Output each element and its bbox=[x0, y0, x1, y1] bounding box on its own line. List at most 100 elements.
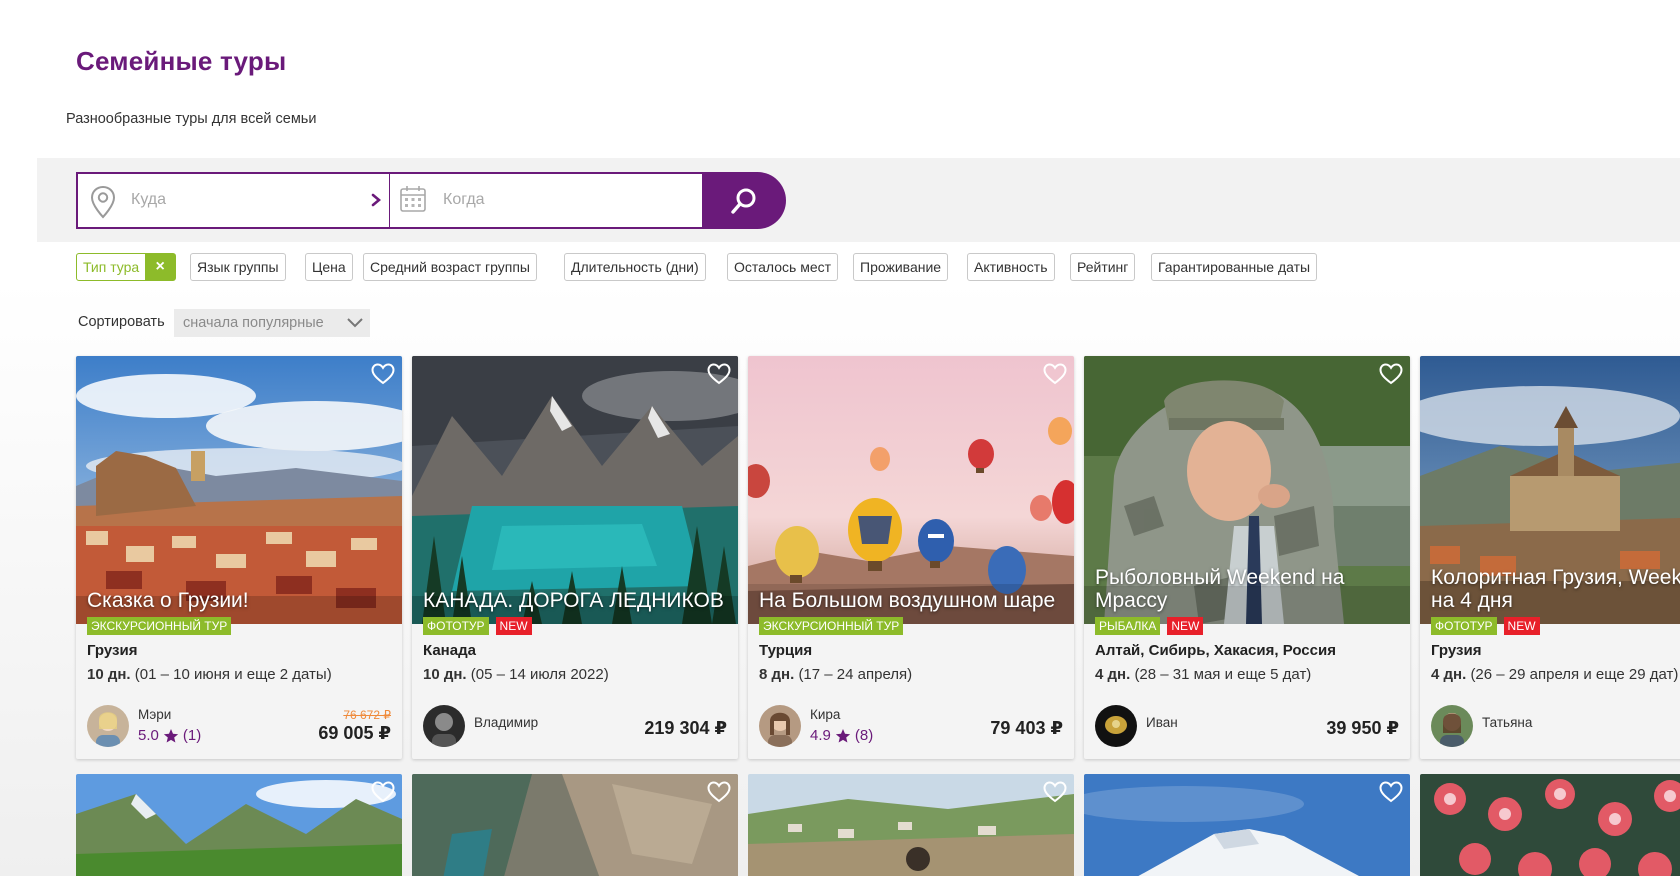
tour-image[interactable]: Рыболовный Weekend на Мрассу bbox=[1084, 356, 1410, 624]
search-button[interactable] bbox=[702, 172, 786, 229]
filter-group-language[interactable]: Язык группы bbox=[190, 253, 286, 281]
page-subtitle: Разнообразные туры для всей семьи bbox=[66, 111, 317, 127]
old-price: 76 672 ₽ bbox=[343, 708, 391, 722]
tour-badges: Фототур New bbox=[423, 617, 539, 635]
tour-dates: 4 дн. (28 – 31 мая и еще 5 дат) bbox=[1095, 666, 1312, 683]
tour-card[interactable]: Рыболовный Weekend на Мрассу Рыбалка New… bbox=[1084, 356, 1410, 759]
filter-accommodation[interactable]: Проживание bbox=[853, 253, 949, 281]
filter-group-age[interactable]: Средний возраст группы bbox=[363, 253, 537, 281]
search-form: Куда Когда bbox=[76, 172, 786, 229]
badge-tour-type: Экскурсионный тур bbox=[759, 617, 904, 635]
tour-badges: Рыбалка New bbox=[1095, 617, 1210, 635]
guide-name[interactable]: Владимир bbox=[474, 715, 538, 730]
badge-tour-type: Рыбалка bbox=[1095, 617, 1161, 635]
tour-country: Турция bbox=[759, 642, 813, 659]
tour-card-image-partial[interactable] bbox=[748, 774, 1074, 876]
tour-title[interactable]: Рыболовный Weekend на Мрассу bbox=[1095, 566, 1404, 612]
tour-country: Алтай, Сибирь, Хакасия, Россия bbox=[1095, 642, 1336, 659]
destination-placeholder: Куда bbox=[131, 191, 167, 208]
tour-card[interactable]: КАНАДА. ДОРОГА ЛЕДНИКОВ Фототур New Кана… bbox=[412, 356, 738, 759]
tour-card[interactable]: На Большом воздушном шаре Экскурсионный … bbox=[748, 356, 1074, 759]
tour-dates: 4 дн. (26 – 29 апреля и еще 29 дат) bbox=[1431, 666, 1679, 683]
heart-icon[interactable] bbox=[371, 363, 395, 385]
badge-tour-type: Экскурсионный тур bbox=[87, 617, 232, 635]
tour-image[interactable]: Сказка о Грузии! bbox=[76, 356, 402, 624]
tour-image[interactable]: На Большом воздушном шаре bbox=[748, 356, 1074, 624]
location-pin-icon bbox=[90, 185, 116, 219]
badge-tour-type: Фототур bbox=[1431, 617, 1497, 635]
tour-country: Канада bbox=[423, 642, 476, 659]
filter-activity[interactable]: Активность bbox=[967, 253, 1055, 281]
tour-title[interactable]: На Большом воздушном шаре bbox=[759, 589, 1068, 612]
heart-icon[interactable] bbox=[707, 363, 731, 385]
chevron-right-icon[interactable] bbox=[371, 193, 381, 207]
heart-icon[interactable] bbox=[707, 781, 731, 803]
heart-icon[interactable] bbox=[1043, 363, 1067, 385]
tour-badges: Экскурсионный тур bbox=[87, 617, 238, 635]
tour-image[interactable]: Колоритная Грузия, Weekend на 4 дня bbox=[1420, 356, 1680, 624]
page-title: Семейные туры bbox=[76, 46, 287, 76]
close-icon[interactable]: × bbox=[145, 254, 176, 280]
badge-tour-type: Фототур bbox=[423, 617, 489, 635]
filter-tour-type-label: Тип тура bbox=[83, 259, 140, 275]
tour-card-image-partial[interactable] bbox=[1084, 774, 1410, 876]
guide-name[interactable]: Кира bbox=[810, 707, 840, 722]
sort-value: сначала популярные bbox=[183, 315, 324, 331]
tour-country: Грузия bbox=[87, 642, 138, 659]
heart-icon[interactable] bbox=[1043, 781, 1067, 803]
tour-badges: Фототур New bbox=[1431, 617, 1547, 635]
heart-icon[interactable] bbox=[371, 781, 395, 803]
avatar[interactable] bbox=[1095, 705, 1137, 747]
guide-name[interactable]: Мэри bbox=[138, 707, 171, 722]
sort-select[interactable]: сначала популярные bbox=[174, 309, 370, 337]
page: Семейные туры Разнообразные туры для все… bbox=[0, 0, 1680, 876]
filter-price[interactable]: Цена bbox=[305, 253, 353, 281]
tour-price: 69 005 ₽ bbox=[318, 723, 391, 743]
sort-label: Сортировать bbox=[78, 314, 165, 330]
star-icon bbox=[163, 728, 178, 743]
destination-input[interactable]: Куда bbox=[76, 172, 391, 229]
badge-new: New bbox=[1503, 617, 1540, 635]
guide-name[interactable]: Иван bbox=[1146, 715, 1178, 730]
tour-badges: Экскурсионный тур bbox=[759, 617, 910, 635]
filter-duration[interactable]: Длительность (дни) bbox=[564, 253, 706, 281]
tour-card[interactable]: Колоритная Грузия, Weekend на 4 дня Фото… bbox=[1420, 356, 1680, 759]
tour-price: 79 403 ₽ bbox=[990, 718, 1063, 738]
search-icon bbox=[731, 188, 756, 214]
tour-title[interactable]: КАНАДА. ДОРОГА ЛЕДНИКОВ bbox=[423, 589, 732, 612]
star-icon bbox=[835, 728, 850, 743]
tour-country: Грузия bbox=[1431, 642, 1482, 659]
tour-dates: 10 дн. (01 – 10 июня и еще 2 даты) bbox=[87, 666, 332, 683]
tour-price: 219 304 ₽ bbox=[644, 718, 727, 738]
tour-image[interactable]: КАНАДА. ДОРОГА ЛЕДНИКОВ bbox=[412, 356, 738, 624]
guide-name[interactable]: Татьяна bbox=[1482, 715, 1532, 730]
tour-dates: 10 дн. (05 – 14 июля 2022) bbox=[423, 666, 609, 683]
heart-icon[interactable] bbox=[1379, 781, 1403, 803]
avatar[interactable] bbox=[759, 705, 801, 747]
filter-seats-left[interactable]: Осталось мест bbox=[727, 253, 839, 281]
guide-rating: 4.9 (8) bbox=[810, 727, 874, 744]
tour-card-image-partial[interactable] bbox=[76, 774, 402, 876]
tour-dates: 8 дн. (17 – 24 апреля) bbox=[759, 666, 913, 683]
tour-title[interactable]: Сказка о Грузии! bbox=[87, 589, 396, 612]
tour-card-image-partial[interactable] bbox=[412, 774, 738, 876]
guide-rating: 5.0 (1) bbox=[138, 727, 202, 744]
calendar-icon bbox=[400, 186, 426, 212]
heart-icon[interactable] bbox=[1379, 363, 1403, 385]
tour-card[interactable]: Сказка о Грузии! Экскурсионный тур Грузи… bbox=[76, 356, 402, 759]
badge-new: New bbox=[1167, 617, 1204, 635]
avatar[interactable] bbox=[87, 705, 129, 747]
tour-price: 39 950 ₽ bbox=[1326, 718, 1399, 738]
filter-guaranteed-dates[interactable]: Гарантированные даты bbox=[1151, 253, 1318, 281]
date-placeholder: Когда bbox=[443, 191, 485, 208]
filter-tour-type[interactable]: Тип тура × bbox=[76, 253, 177, 281]
tour-title[interactable]: Колоритная Грузия, Weekend на 4 дня bbox=[1431, 566, 1680, 612]
avatar[interactable] bbox=[423, 705, 465, 747]
avatar[interactable] bbox=[1431, 705, 1473, 747]
date-input[interactable]: Когда bbox=[389, 172, 706, 229]
tour-card-image-partial[interactable] bbox=[1420, 774, 1680, 876]
badge-new: New bbox=[495, 617, 532, 635]
cropped-breadcrumb-fragment bbox=[175, 10, 325, 18]
filter-rating[interactable]: Рейтинг bbox=[1070, 253, 1136, 281]
chevron-down-icon bbox=[347, 318, 363, 328]
